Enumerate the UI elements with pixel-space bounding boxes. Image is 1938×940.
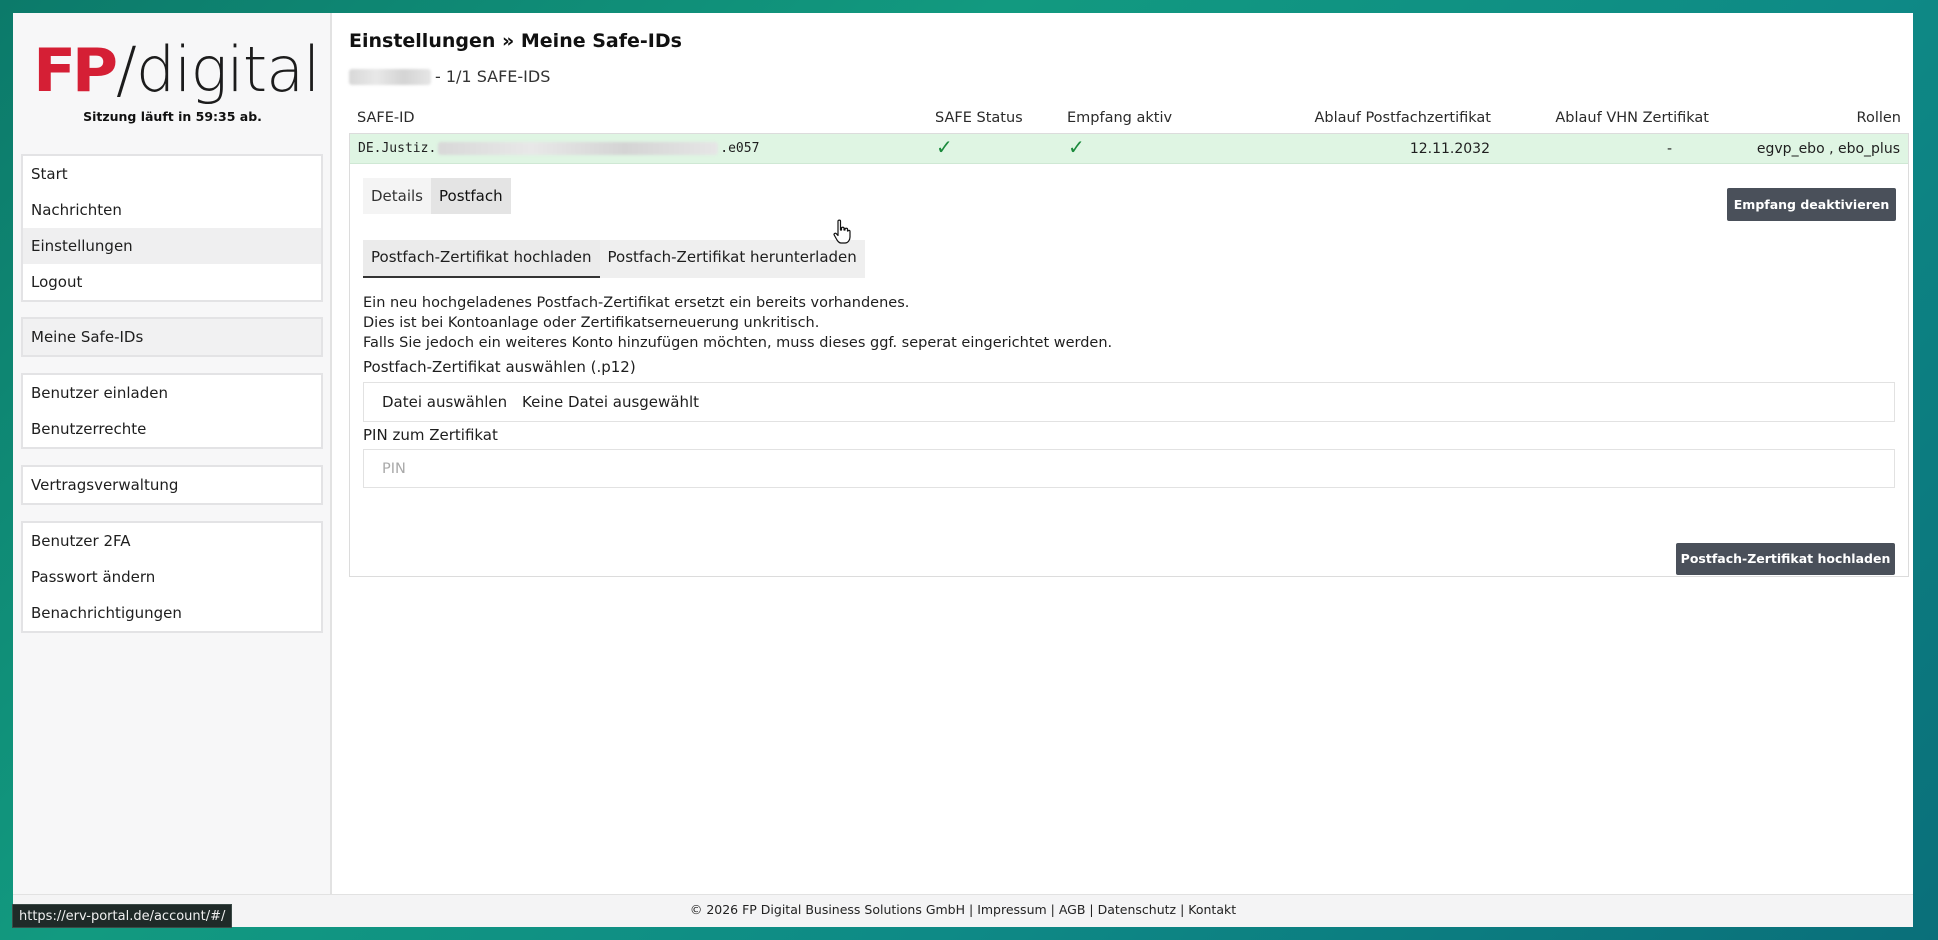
safe-id-value: DE.Justiz. .e057 bbox=[358, 141, 759, 156]
nav-group-users: Benutzer einladen Benutzerrechte bbox=[21, 373, 323, 449]
tab-zertifikat-hochladen[interactable]: Postfach-Zertifikat hochladen bbox=[363, 240, 600, 278]
tab-details[interactable]: Details bbox=[363, 178, 432, 214]
page-title: Einstellungen » Meine Safe-IDs bbox=[349, 30, 682, 52]
table-row[interactable]: DE.Justiz. .e057 ✓ ✓ 12.11.2032 - egvp_e… bbox=[350, 134, 1908, 164]
file-choose-button[interactable]: Datei auswählen bbox=[382, 393, 507, 411]
redacted-name bbox=[349, 68, 431, 85]
file-status: Keine Datei ausgewählt bbox=[522, 393, 700, 411]
sidebar-item-benachrichtigungen[interactable]: Benachrichtigungen bbox=[23, 595, 321, 631]
sidebar-item-benutzer-2fa[interactable]: Benutzer 2FA bbox=[23, 523, 321, 559]
logo-text: /digital bbox=[115, 33, 320, 106]
browser-window: FP /digital Sitzung läuft in 59:35 ab. S… bbox=[13, 13, 1913, 927]
sidebar-item-benutzerrechte[interactable]: Benutzerrechte bbox=[23, 411, 321, 447]
sidebar-item-logout[interactable]: Logout bbox=[23, 264, 321, 300]
safe-id-panel: DE.Justiz. .e057 ✓ ✓ 12.11.2032 - egvp_e… bbox=[349, 133, 1909, 577]
nav-group-safe-ids: Meine Safe-IDs bbox=[21, 317, 323, 357]
nav-group-main: Start Nachrichten Einstellungen Logout bbox=[21, 154, 323, 302]
column-empfang-aktiv: Empfang aktiv bbox=[1067, 110, 1173, 126]
table-header: SAFE-ID SAFE Status Empfang aktiv Ablauf… bbox=[349, 108, 1909, 132]
sidebar-item-meine-safe-ids[interactable]: Meine Safe-IDs bbox=[23, 319, 321, 355]
empfang-check-icon: ✓ bbox=[1068, 135, 1085, 159]
pin-input[interactable] bbox=[364, 450, 1894, 487]
safe-id-suffix: .e057 bbox=[720, 141, 760, 156]
footer-link-agb[interactable]: AGB bbox=[1059, 902, 1086, 917]
footer-link-kontakt[interactable]: Kontakt bbox=[1188, 902, 1236, 917]
sidebar-item-nachrichten[interactable]: Nachrichten bbox=[23, 192, 321, 228]
sidebar-item-benutzer-einladen[interactable]: Benutzer einladen bbox=[23, 375, 321, 411]
main-content: Einstellungen » Meine Safe-IDs - 1/1 SAF… bbox=[349, 13, 1909, 894]
column-safe-id: SAFE-ID bbox=[357, 110, 415, 126]
column-ablauf-postfach: Ablauf Postfachzertifikat bbox=[1314, 110, 1492, 126]
info-line: Ein neu hochgeladenes Postfach-Zertifika… bbox=[363, 295, 910, 311]
footer-link-impressum[interactable]: Impressum bbox=[977, 902, 1046, 917]
file-label: Postfach-Zertifikat auswählen (.p12) bbox=[363, 358, 636, 376]
safe-status-check-icon: ✓ bbox=[936, 135, 953, 159]
tab-zertifikat-herunterladen[interactable]: Postfach-Zertifikat herunterladen bbox=[599, 240, 865, 278]
sidebar-item-start[interactable]: Start bbox=[23, 156, 321, 192]
nav-group-account: Benutzer 2FA Passwort ändern Benachricht… bbox=[21, 521, 323, 633]
sidebar-item-einstellungen[interactable]: Einstellungen bbox=[23, 228, 321, 264]
column-ablauf-vhn: Ablauf VHN Zertifikat bbox=[1555, 110, 1709, 126]
sidebar-item-passwort-aendern[interactable]: Passwort ändern bbox=[23, 559, 321, 595]
status-url: https://erv-portal.de/account/#/ bbox=[12, 904, 233, 928]
column-rollen: Rollen bbox=[1856, 110, 1901, 126]
session-timer: Sitzung läuft in 59:35 ab. bbox=[83, 109, 262, 124]
redacted-safe-id bbox=[438, 142, 719, 155]
safe-id-count: - 1/1 SAFE-IDS bbox=[349, 67, 550, 86]
info-line: Falls Sie jedoch ein weiteres Konto hinz… bbox=[363, 335, 1113, 351]
sidebar-item-vertragsverwaltung[interactable]: Vertragsverwaltung bbox=[23, 467, 321, 503]
tab-postfach[interactable]: Postfach bbox=[431, 178, 511, 214]
safe-id-count-text: - 1/1 SAFE-IDS bbox=[435, 67, 551, 86]
safe-id-prefix: DE.Justiz. bbox=[358, 141, 437, 156]
ablauf-postfach-value: 12.11.2032 bbox=[1409, 141, 1490, 157]
file-input[interactable]: Datei auswählen Keine Datei ausgewählt bbox=[363, 382, 1895, 422]
nav-group-contracts: Vertragsverwaltung bbox=[21, 465, 323, 505]
logo-brand: FP bbox=[33, 36, 118, 106]
zertifikat-hochladen-button[interactable]: Postfach-Zertifikat hochladen bbox=[1676, 543, 1895, 575]
empfang-deaktivieren-button[interactable]: Empfang deaktivieren bbox=[1727, 188, 1896, 221]
ablauf-vhn-value: - bbox=[1666, 141, 1672, 157]
footer-link-datenschutz[interactable]: Datenschutz bbox=[1098, 902, 1177, 917]
pin-field bbox=[363, 449, 1895, 488]
footer: © 2026 FP Digital Business Solutions Gmb… bbox=[13, 894, 1913, 927]
column-safe-status: SAFE Status bbox=[935, 110, 1023, 126]
rollen-value: egvp_ebo , ebo_plus bbox=[1756, 141, 1900, 157]
hand-cursor-icon bbox=[833, 219, 851, 244]
info-line: Dies ist bei Kontoanlage oder Zertifikat… bbox=[363, 315, 820, 331]
detail-tabs: Details Postfach bbox=[363, 178, 511, 214]
footer-copyright: © 2026 FP Digital Business Solutions Gmb… bbox=[689, 902, 966, 917]
sidebar: FP /digital Sitzung läuft in 59:35 ab. S… bbox=[13, 13, 332, 894]
upload-info-text: Ein neu hochgeladenes Postfach-Zertifika… bbox=[363, 293, 1112, 353]
fp-digital-logo[interactable]: FP /digital bbox=[33, 31, 325, 106]
postfach-subtabs: Postfach-Zertifikat hochladen Postfach-Z… bbox=[363, 240, 865, 278]
pin-label: PIN zum Zertifikat bbox=[363, 426, 498, 444]
